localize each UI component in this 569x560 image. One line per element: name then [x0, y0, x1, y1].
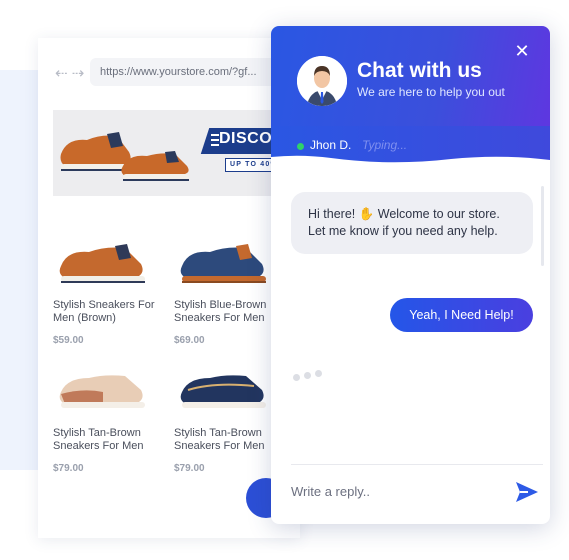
- product-price: $59.00: [53, 335, 84, 346]
- typing-dot: [293, 374, 300, 381]
- arrow-right-icon[interactable]: ⇢: [72, 64, 85, 82]
- agent-message: Hi there! ✋ Welcome to our store. Let me…: [291, 192, 533, 254]
- agent-avatar-image: [297, 56, 347, 106]
- chat-subtitle: We are here to help you out: [357, 85, 505, 99]
- send-icon[interactable]: [514, 480, 540, 504]
- address-bar[interactable]: https://www.yourstore.com/?gf...: [90, 58, 300, 86]
- chat-title: Chat with us: [357, 59, 482, 82]
- banner-shoe-image: [121, 151, 189, 181]
- user-message: Yeah, I Need Help!: [390, 298, 533, 332]
- product-card[interactable]: Stylish Tan-Brown Sneakers For Men $79.0…: [53, 362, 173, 474]
- product-card[interactable]: Stylish Sneakers For Men (Brown) $59.00: [53, 234, 173, 346]
- shoe-image: [59, 244, 145, 283]
- agent-typing-status: Typing...: [362, 138, 408, 152]
- shoe-image: [180, 244, 266, 283]
- input-divider: [291, 464, 543, 465]
- chat-scrollbar[interactable]: [541, 186, 544, 266]
- reply-input[interactable]: [291, 478, 496, 504]
- shoe-image: [59, 375, 145, 408]
- typing-indicator: [293, 370, 322, 381]
- background-panel: [0, 70, 38, 470]
- chat-widget: Chat with us We are here to help you out…: [271, 26, 550, 524]
- typing-dot: [315, 370, 322, 377]
- close-icon[interactable]: ✕: [512, 42, 532, 62]
- browser-bar: ⇠ ⇢ https://www.yourstore.com/?gf...: [38, 38, 300, 100]
- agent-avatar: [297, 56, 347, 106]
- shoe-image: [180, 375, 266, 408]
- store-window: ⇠ ⇢ https://www.yourstore.com/?gf... DIS…: [38, 38, 300, 538]
- nav-arrows: ⇠ ⇢: [55, 64, 84, 82]
- arrow-left-icon[interactable]: ⇠: [55, 64, 68, 82]
- product-name: Stylish Sneakers For Men (Brown): [53, 299, 155, 324]
- online-status-dot: [297, 143, 304, 150]
- product-price: $79.00: [53, 463, 84, 474]
- promo-banner[interactable]: DISCOUN UP TO 40% O: [53, 110, 293, 196]
- agent-name: Jhon D.: [310, 138, 352, 152]
- typing-dot: [304, 372, 311, 379]
- product-name: Stylish Tan-Brown Sneakers For Men: [53, 427, 144, 452]
